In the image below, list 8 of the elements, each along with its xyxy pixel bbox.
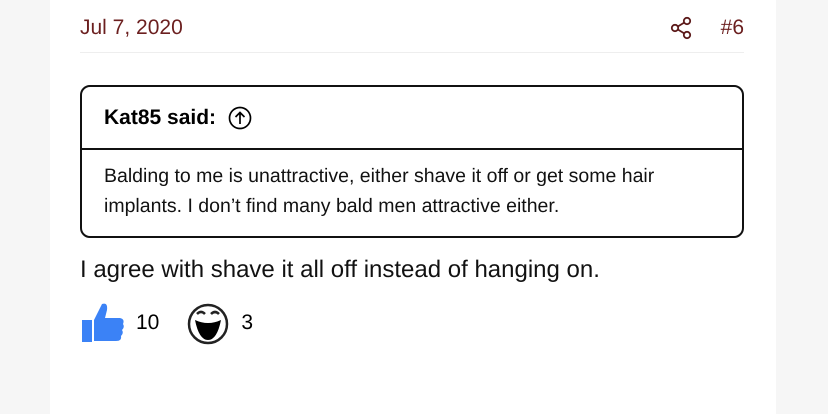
post-number[interactable]: #6 — [720, 16, 744, 40]
reaction-count: 3 — [241, 310, 254, 335]
share-icon[interactable] — [668, 16, 693, 40]
quote-text: Balding to me is unattractive, either shave it off or get some hair implants. I don’t find many bald men attractive either. — [103, 164, 656, 219]
reaction-count: 10 — [136, 310, 160, 335]
quote-author[interactable]: Kat85 said: — [104, 106, 216, 130]
post-date[interactable]: Jul 7, 2020 — [80, 16, 183, 40]
message-text: I agree with shave it all off instead of hanging on. — [80, 256, 601, 284]
